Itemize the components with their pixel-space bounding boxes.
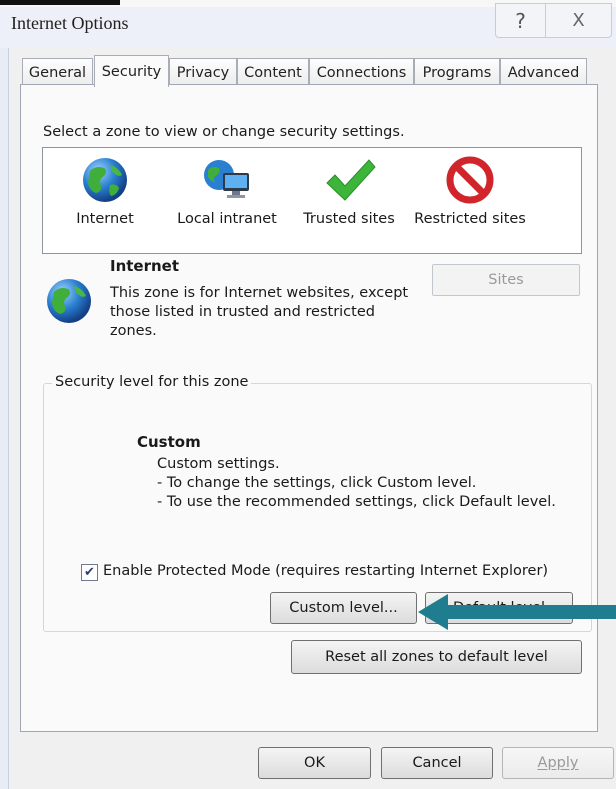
level-description: Custom settings. - To change the setting… <box>157 456 556 510</box>
tab-advanced[interactable]: Advanced <box>500 58 587 86</box>
top-strip-dark <box>0 0 120 5</box>
close-button[interactable]: X <box>545 3 612 38</box>
zone-name: Restricted sites <box>414 211 526 227</box>
annotation-arrow <box>418 592 616 636</box>
tab-label: Connections <box>316 64 407 81</box>
tab-content[interactable]: Content <box>237 58 309 86</box>
zone-trusted-sites[interactable]: Trusted sites <box>298 155 400 227</box>
apply-button[interactable]: Apply <box>502 747 614 779</box>
protected-mode-checkbox[interactable]: ✔ <box>81 564 98 581</box>
checkmark-icon: ✔ <box>84 565 95 580</box>
zone-local-intranet[interactable]: Local intranet <box>172 155 282 227</box>
button-label: Apply <box>537 755 579 771</box>
zone-restricted-sites[interactable]: Restricted sites <box>411 155 529 227</box>
protected-mode-label: Enable Protected Mode (requires restarti… <box>103 563 549 579</box>
security-level-label: Security level for this zone <box>52 374 252 390</box>
tab-general[interactable]: General <box>22 58 93 86</box>
arrow-shape <box>418 594 616 630</box>
help-icon: ? <box>515 8 526 33</box>
sites-button[interactable]: Sites <box>432 264 580 296</box>
zone-name: Trusted sites <box>303 211 395 227</box>
tab-label: Privacy <box>176 64 230 81</box>
button-label: Reset all zones to default level <box>325 649 548 665</box>
zone-prompt: Select a zone to view or change security… <box>43 124 405 140</box>
level-title: Custom <box>137 433 201 451</box>
window-title: Internet Options <box>11 13 129 33</box>
ok-button[interactable]: OK <box>258 747 371 779</box>
button-label: OK <box>304 755 325 771</box>
selected-zone-icon <box>44 276 94 330</box>
zone-name: Local intranet <box>177 211 277 227</box>
custom-level-button[interactable]: Custom level... <box>270 592 417 624</box>
close-icon: X <box>572 10 585 31</box>
help-button[interactable]: ? <box>495 3 546 38</box>
tab-connections[interactable]: Connections <box>309 58 414 86</box>
tab-security[interactable]: Security <box>94 55 169 87</box>
checkmark-icon <box>326 159 376 201</box>
restricted-icon <box>446 156 494 204</box>
tab-label: Security <box>101 63 162 80</box>
window-frame <box>0 48 9 789</box>
zone-name: Internet <box>76 211 134 227</box>
tab-label: General <box>28 64 87 81</box>
arrow-icon <box>418 594 616 630</box>
cancel-button[interactable]: Cancel <box>381 747 493 779</box>
tab-label: Programs <box>422 64 492 81</box>
globe-icon <box>47 279 91 323</box>
tab-label: Advanced <box>507 64 580 81</box>
tab-label: Content <box>244 64 302 81</box>
button-label: Cancel <box>412 755 462 771</box>
zone-internet[interactable]: Internet <box>72 155 138 227</box>
tab-programs[interactable]: Programs <box>414 58 500 86</box>
intranet-icon <box>204 160 249 198</box>
button-label: Sites <box>488 272 524 288</box>
button-label: Custom level... <box>289 600 398 616</box>
tab-privacy[interactable]: Privacy <box>169 58 237 86</box>
reset-zones-button[interactable]: Reset all zones to default level <box>291 640 582 674</box>
selected-zone-description: This zone is for Internet websites, exce… <box>110 285 409 339</box>
globe-icon <box>83 158 127 202</box>
selected-zone-title: Internet <box>110 257 180 275</box>
